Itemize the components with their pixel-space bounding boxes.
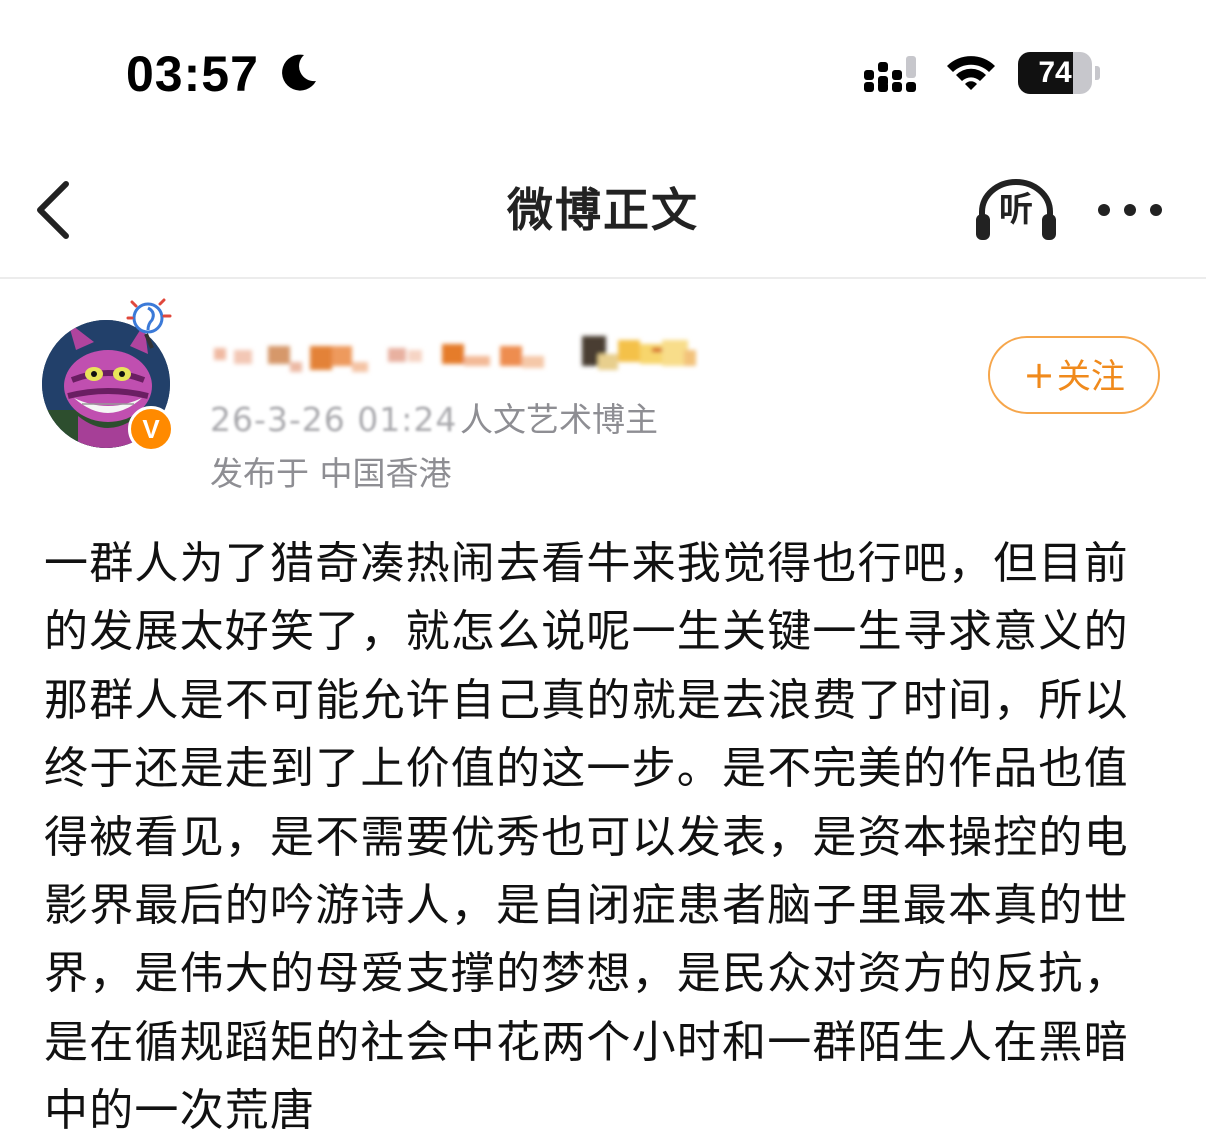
cellular-signal-icon xyxy=(864,56,916,92)
status-time: 03:57 xyxy=(126,46,259,102)
listen-label: 听 xyxy=(999,190,1033,230)
follow-label: 关注 xyxy=(1056,357,1125,397)
moon-icon xyxy=(282,54,316,91)
post-meta-line: 26-3-26 01:24人文艺术博主 xyxy=(210,398,658,442)
page-title: 微博正文 xyxy=(507,183,699,237)
battery-tip xyxy=(1095,66,1100,80)
author-category: 人文艺术博主 xyxy=(460,400,658,439)
plus-icon: + xyxy=(1023,353,1055,397)
battery-body: 74 xyxy=(1018,52,1092,94)
wifi-icon xyxy=(947,56,995,90)
nav-bar: 微博正文 听 xyxy=(0,140,1206,279)
more-dots-icon[interactable] xyxy=(1094,192,1166,228)
follow-button[interactable]: +关注 xyxy=(988,336,1160,414)
back-chevron-icon[interactable] xyxy=(30,180,80,240)
battery-level: 74 xyxy=(1038,56,1072,89)
post-text: 一群人为了猎奇凑热闹去看牛来我觉得也行吧，但目前的发展太好笑了，就怎么说呢一生关… xyxy=(44,538,1129,1137)
status-bar: 03:57 74 xyxy=(0,0,1206,140)
redacted-username[interactable] xyxy=(210,326,700,382)
listen-button[interactable]: 听 xyxy=(972,178,1060,242)
verified-badge: V xyxy=(128,406,174,452)
pendant-icon xyxy=(126,298,172,349)
battery-icon: 74 xyxy=(1018,52,1100,94)
post-location: 发布于 中国香港 xyxy=(210,454,452,493)
author-avatar-container[interactable]: V xyxy=(40,294,190,460)
post-time: 26-3-26 01:24 xyxy=(210,400,458,439)
